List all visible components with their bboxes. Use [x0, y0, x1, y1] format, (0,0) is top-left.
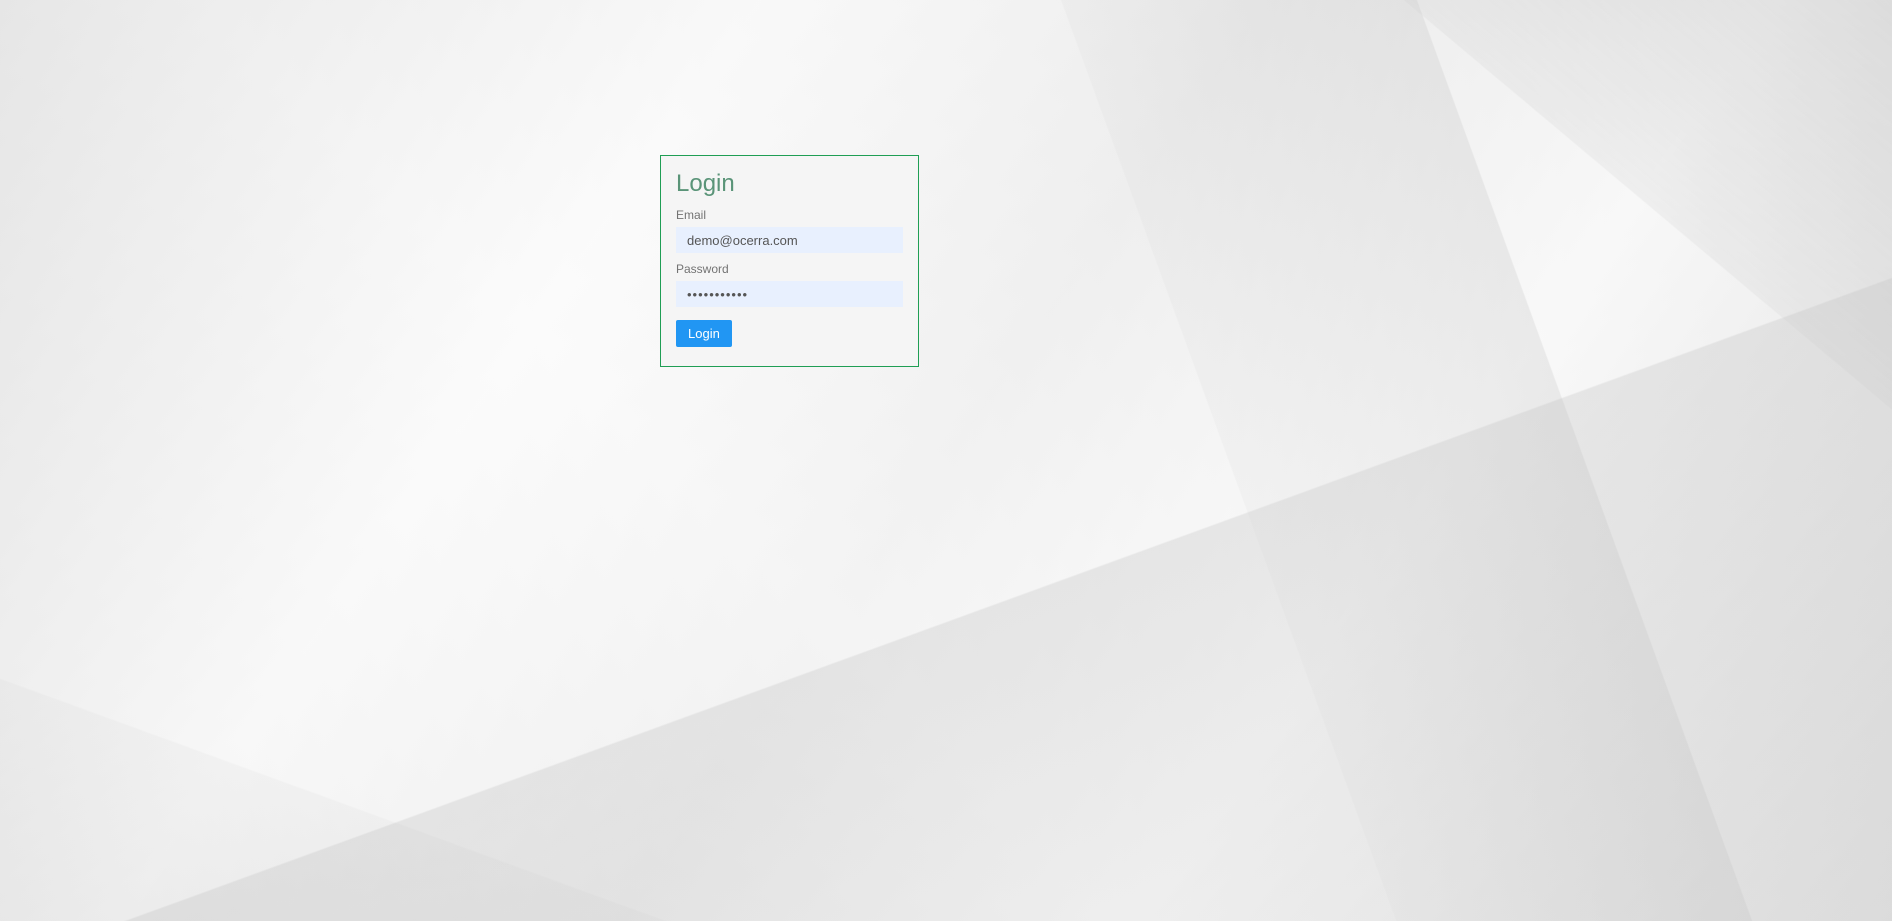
login-card: Login Email Password Login	[660, 155, 919, 367]
password-field[interactable]	[676, 281, 903, 307]
login-title: Login	[676, 170, 903, 198]
login-button[interactable]: Login	[676, 320, 732, 347]
page-background	[0, 0, 1892, 921]
email-label: Email	[676, 208, 903, 222]
email-field[interactable]	[676, 227, 903, 253]
password-label: Password	[676, 262, 903, 276]
